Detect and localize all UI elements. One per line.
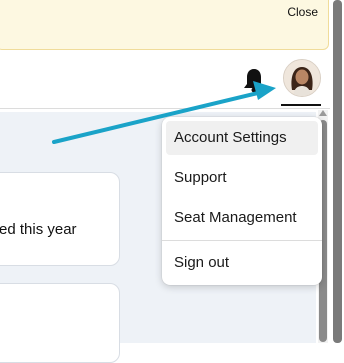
bell-icon[interactable]	[243, 67, 265, 93]
account-dropdown-menu: Account Settings Support Seat Management…	[162, 117, 322, 285]
banner-close-button[interactable]: Close	[287, 5, 318, 19]
menu-item-seat-management[interactable]: Seat Management	[166, 201, 318, 235]
content-card: ed this year	[0, 172, 120, 266]
user-avatar-button[interactable]	[281, 59, 323, 106]
page-scrollbar-thumb[interactable]	[333, 0, 342, 343]
user-avatar-icon	[284, 60, 320, 96]
menu-item-support[interactable]: Support	[166, 161, 318, 195]
active-indicator	[281, 104, 321, 106]
notification-banner: Close	[0, 0, 329, 50]
content-card-secondary	[0, 283, 120, 363]
menu-item-account-settings[interactable]: Account Settings	[166, 121, 318, 155]
scroll-up-arrow-icon[interactable]	[319, 110, 327, 116]
card-text: ed this year	[0, 221, 77, 238]
avatar	[283, 59, 321, 97]
menu-item-sign-out[interactable]: Sign out	[166, 246, 318, 280]
menu-divider	[162, 240, 322, 241]
